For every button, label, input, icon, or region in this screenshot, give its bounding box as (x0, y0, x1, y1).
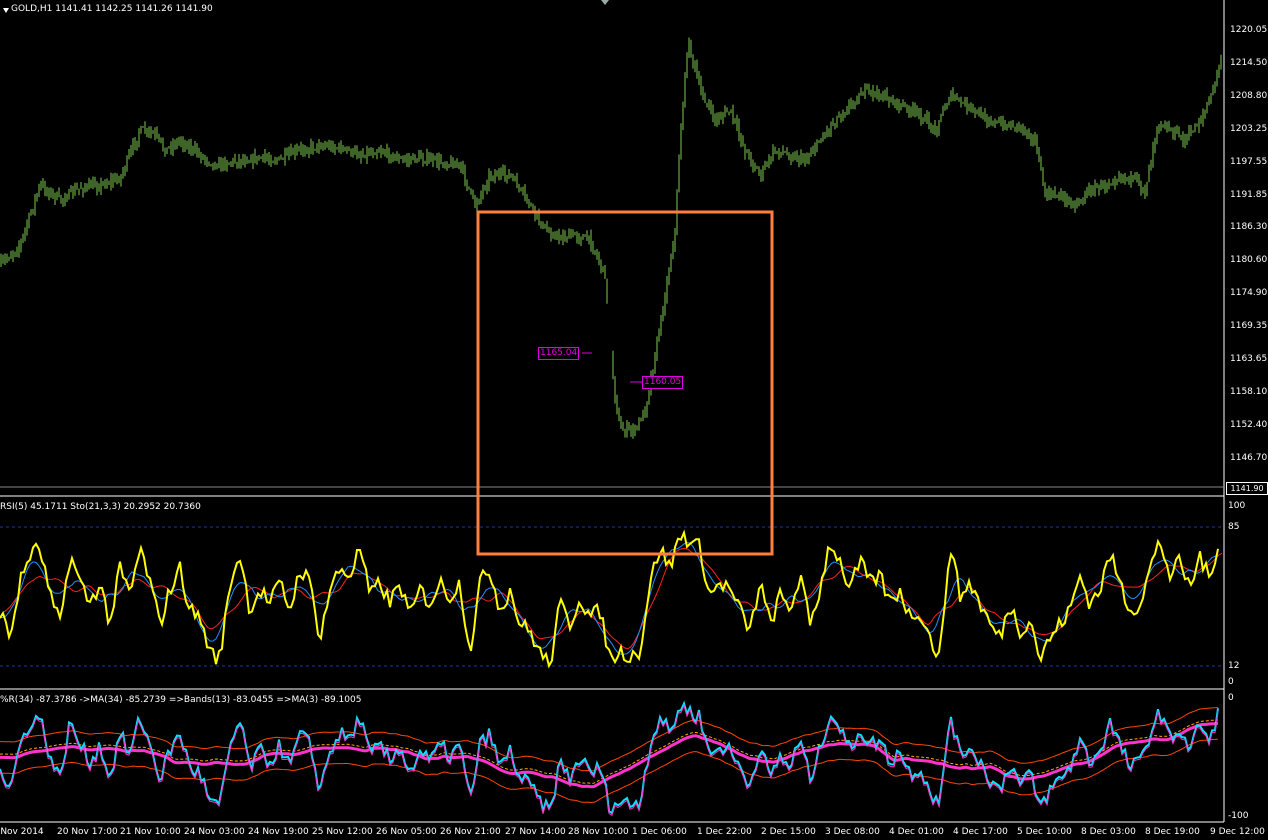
time-axis-label: 4 Dec 17:00 (953, 827, 1008, 837)
time-axis-label: 20 Nov 17:00 (57, 827, 118, 837)
wpr-level-minus100: -100 (1228, 811, 1249, 821)
price-axis-label: 1158.10 (1230, 386, 1268, 397)
chart-menu-icon[interactable] (3, 8, 9, 13)
time-axis-label: 27 Nov 14:00 (505, 827, 566, 837)
price-axis-label: 1163.65 (1230, 354, 1268, 364)
highlight-rectangle[interactable] (476, 210, 774, 556)
price-axis-label: 1169.35 (1230, 321, 1268, 332)
time-axis-label: 1 Dec 22:00 (697, 827, 752, 837)
main-panel-header: GOLD,H1 1141.41 1142.25 1141.26 1141.90 (11, 4, 213, 14)
time-axis-label: 19 Nov 2014 (0, 827, 44, 837)
terminal-chart-canvas[interactable] (0, 0, 1268, 840)
price-axis-label: 1180.60 (1230, 255, 1268, 266)
price-axis-label: 1214.50 (1230, 57, 1268, 68)
time-axis-label: 28 Nov 10:00 (568, 827, 629, 837)
price-axis-label: 1208.80 (1230, 90, 1268, 101)
stochastic-signal-line (3, 547, 1223, 650)
time-axis-label: 26 Nov 21:00 (440, 827, 501, 837)
time-axis-label: 24 Nov 03:00 (184, 827, 245, 837)
wpr-level-0: 0 (1228, 693, 1234, 703)
price-axis-label: 1174.90 (1230, 288, 1268, 299)
time-axis-label: 21 Nov 10:00 (120, 827, 181, 837)
time-axis-label: 2 Dec 15:00 (761, 827, 816, 837)
time-axis-label: 4 Dec 01:00 (889, 827, 944, 837)
time-axis-label: 9 Dec 12:00 (1210, 827, 1265, 837)
wpr-ma3-line (0, 719, 1219, 784)
wpr-panel-header: %R(34) -87.3786 ->MA(34) -85.2739 =>Band… (0, 695, 362, 705)
time-axis-label: 8 Dec 19:00 (1145, 827, 1200, 837)
time-axis-label: 5 Dec 10:00 (1017, 827, 1072, 837)
price-label-1160[interactable]: 1160.05 (642, 376, 684, 389)
price-axis-label: 1152.40 (1230, 419, 1268, 430)
price-label-1165[interactable]: 1165.04 (538, 347, 580, 360)
osc-level-100: 100 (1228, 501, 1246, 511)
time-axis-label: 8 Dec 03:00 (1081, 827, 1136, 837)
osc-level-0: 0 (1228, 677, 1234, 687)
osc-level-85: 85 (1228, 522, 1240, 532)
shift-marker-icon[interactable] (601, 0, 609, 5)
time-axis-label: 26 Nov 05:00 (376, 827, 437, 837)
williams-r-lines (0, 700, 1219, 817)
price-axis-label: 1197.55 (1230, 156, 1268, 167)
price-axis-label: 1146.70 (1230, 452, 1268, 463)
current-price-tag: 1141.90 (1226, 482, 1268, 495)
time-axis-label: 3 Dec 08:00 (825, 827, 880, 837)
time-axis-label: 1 Dec 06:00 (632, 827, 687, 837)
wpr-ma-line (0, 704, 1219, 817)
time-axis-label: 24 Nov 19:00 (248, 827, 309, 837)
osc-panel-header: RSI(5) 45.1711 Sto(21,3,3) 20.2952 20.73… (0, 502, 201, 512)
osc-level-12: 12 (1228, 661, 1240, 671)
price-axis-label: 1186.30 (1230, 222, 1268, 233)
gold-h1-candlesticks (0, 37, 1222, 439)
wpr-ma34-line (0, 721, 1219, 789)
price-axis-label: 1203.25 (1230, 123, 1268, 134)
price-axis-label: 1191.85 (1230, 189, 1268, 200)
time-axis-label: 25 Nov 12:00 (312, 827, 373, 837)
price-axis-label: 1220.05 (1230, 25, 1268, 35)
